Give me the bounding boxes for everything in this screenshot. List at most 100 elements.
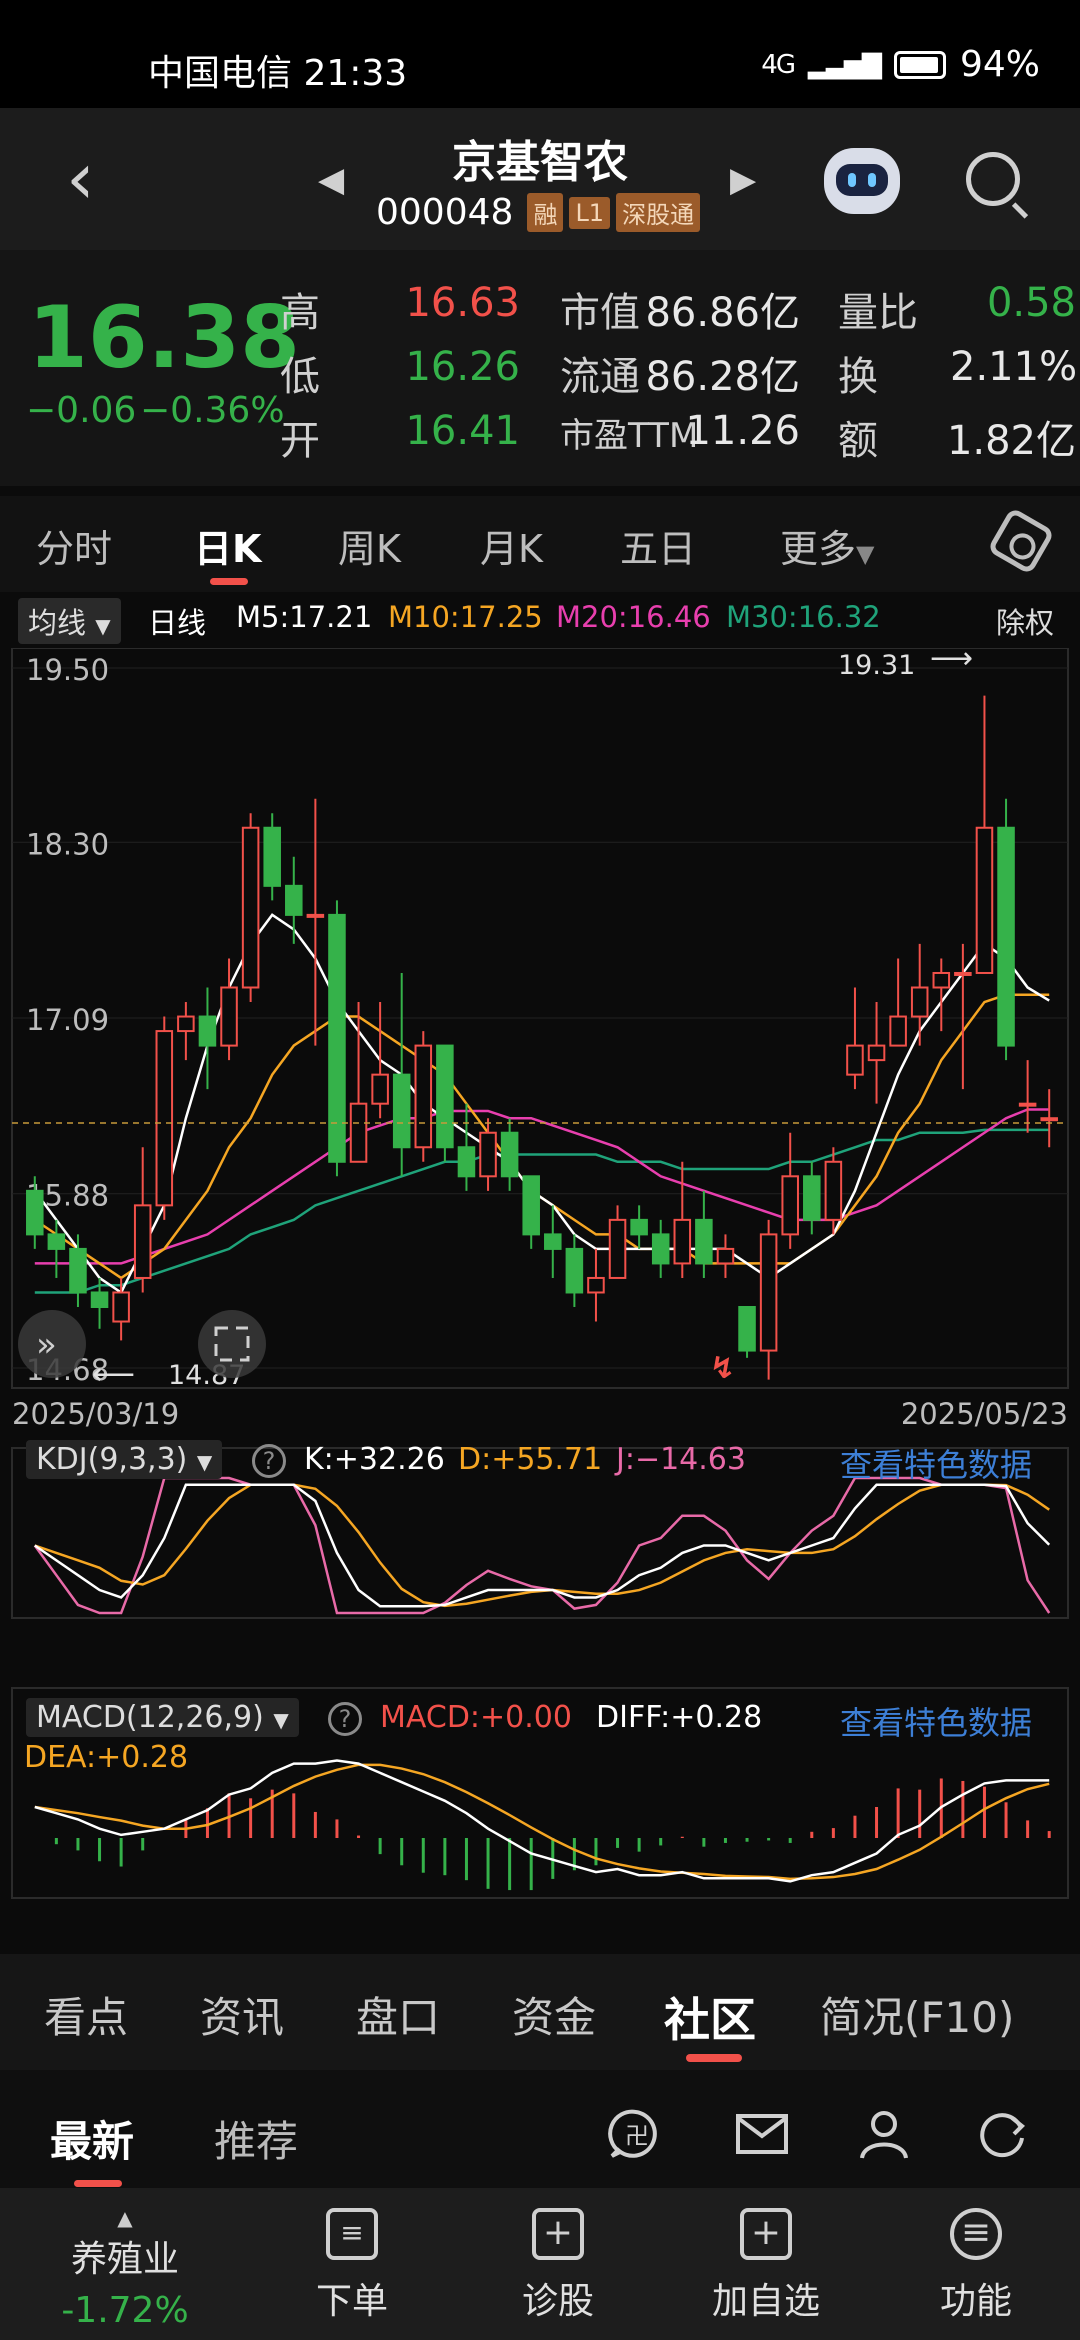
tab-weekly-k[interactable]: 周K [338,518,401,573]
macd-selector[interactable]: MACD(12,26,9) ▼ [26,1698,299,1737]
ex-rights-toggle[interactable]: 除权 [996,600,1054,642]
kdj-k: K:+32.26 [304,1442,445,1477]
ma30-line [34,1128,1050,1294]
chevron-down-icon: ▼ [95,614,111,638]
label-open: 开 [280,418,320,464]
assistant-robot-icon[interactable] [824,148,900,214]
tab-monthly-k[interactable]: 月K [480,518,543,573]
tab-recommended[interactable]: 推荐 [214,2108,298,2169]
low-arrow: ⟵ [92,1357,135,1392]
tag-margin: 融 [527,193,564,232]
value-pe: 11.26 [685,408,800,454]
candle-body [328,913,346,1163]
ma-selector[interactable]: 均线 ▼ [18,598,121,644]
high-arrow: ⟶ [930,648,973,676]
label-high: 高 [280,290,320,336]
value-mktcap: 86.86亿 [645,290,800,336]
label-mktcap: 市值 [560,290,640,336]
kline-grid [12,667,1068,1369]
tab-orderbook[interactable]: 盘口 [356,1984,440,2045]
macd-see-data-link[interactable]: 查看特色数据 [840,1698,1032,1744]
settings-icon[interactable] [986,506,1056,576]
sector-widget[interactable]: ▲ 养殖业 -1.72% [40,2206,210,2331]
candle-body [457,1146,476,1178]
tab-indicator [210,578,248,585]
ma-period: 日线 [148,606,207,640]
candle-body [651,1233,670,1265]
add-watchlist-button[interactable]: + 加自选 [686,2208,846,2324]
tab-profile-f10[interactable]: 简况(F10) [820,1984,1014,2045]
candle-body [673,1218,692,1265]
kdj-help-icon[interactable]: ? [252,1444,286,1478]
ma-lines [33,913,1050,1295]
next-stock-icon[interactable]: ▶ [730,160,756,200]
candle-body [846,1044,864,1076]
candle-body [997,826,1015,1047]
value-high: 16.63 [405,280,520,326]
y-tick-label: 19.50 [26,653,109,687]
add-icon: + [740,2208,792,2260]
candle-body [198,1015,217,1047]
kdj-selector[interactable]: KDJ(9,3,3) ▼ [26,1440,223,1479]
subtab-indicator [74,2180,122,2187]
dividend-marker: ↯ [710,1351,735,1386]
network-icon: 4G [761,49,796,80]
tab-latest[interactable]: 最新 [50,2108,134,2169]
chevron-down-icon: ▼ [196,1450,213,1474]
value-low: 16.26 [405,344,520,390]
functions-label: 功能 [939,2281,1012,2322]
tab-highlights[interactable]: 看点 [44,1984,128,2045]
signal-icon: ▂▃▅▇ [808,49,882,80]
tag-connect: 深股通 [616,193,701,232]
candle-body [738,1306,756,1352]
functions-button[interactable]: ≡ 功能 [896,2208,1056,2324]
candle-body [565,1247,584,1294]
candle-body [1040,1117,1058,1122]
diagnose-button[interactable]: + 诊股 [478,2208,638,2324]
macd-diff: DIFF:+0.28 [596,1700,763,1735]
tab-more[interactable]: 更多▼ [780,518,874,573]
tab-news[interactable]: 资讯 [200,1984,284,2045]
ma20-value: M20:16.46 [556,600,711,634]
kdj-j: J:−14.63 [616,1442,746,1477]
tab-daily-k[interactable]: 日K [194,518,261,573]
ma10-value: M10:17.25 [388,600,543,634]
high-label: 19.31 [838,650,915,681]
battery-level: 94% [959,44,1040,85]
stock-code-row: 000048 融 L1 深股通 [376,192,701,233]
carrier-time: 中国电信 21:33 [148,53,408,94]
tab-fund-flow[interactable]: 资金 [512,1984,596,2045]
message-icon[interactable] [734,2108,790,2160]
kline-y-labels: 19.5018.3017.0915.8814.68 [26,653,109,1387]
candle-body [90,1291,109,1309]
add-watchlist-label: 加自选 [711,2281,820,2322]
tab-intraday[interactable]: 分时 [36,518,112,573]
tab-community[interactable]: 社区 [664,1984,756,2050]
candle-body [889,1015,907,1047]
community-subtabs: 最新 推荐 卍 [0,2070,1080,2188]
kdj-selector-label: KDJ(9,3,3) [36,1442,188,1477]
ma-legend: 均线 ▼ 日线 M5:17.21 M10:17.25 M20:16.46 M30… [0,592,1080,648]
kdj-see-data-link[interactable]: 查看特色数据 [840,1440,1032,1486]
candle-body [630,1218,648,1236]
candles [26,695,1058,1380]
kdj-lines [33,1476,1051,1615]
value-turnover: 2.11% [950,344,1078,390]
macd-dea: DEA:+0.28 [24,1740,189,1775]
date-start: 2025/03/19 [12,1397,179,1431]
order-button[interactable]: ≡ 下单 [272,2208,432,2324]
caret-up-icon: ▲ [117,2206,133,2230]
post-icon[interactable]: 卍 [608,2108,664,2160]
refresh-icon[interactable] [974,2108,1030,2160]
ma5-value: M5:17.21 [236,600,373,634]
chart-area[interactable]: 19.5018.3017.0915.8814.68 19.31 ⟶ ⟵ 14.8… [0,641,1080,1948]
tab-five-day[interactable]: 五日 [620,518,696,573]
candle-body [69,1247,87,1294]
date-end: 2025/05/23 [901,1397,1068,1431]
profile-icon[interactable] [856,2108,912,2160]
search-icon[interactable] [966,152,1020,206]
macd-help-icon[interactable]: ? [328,1702,362,1736]
label-pe: 市盈TTM [560,416,699,456]
menu-icon: ≡ [950,2208,1002,2260]
candle-body [975,826,994,974]
